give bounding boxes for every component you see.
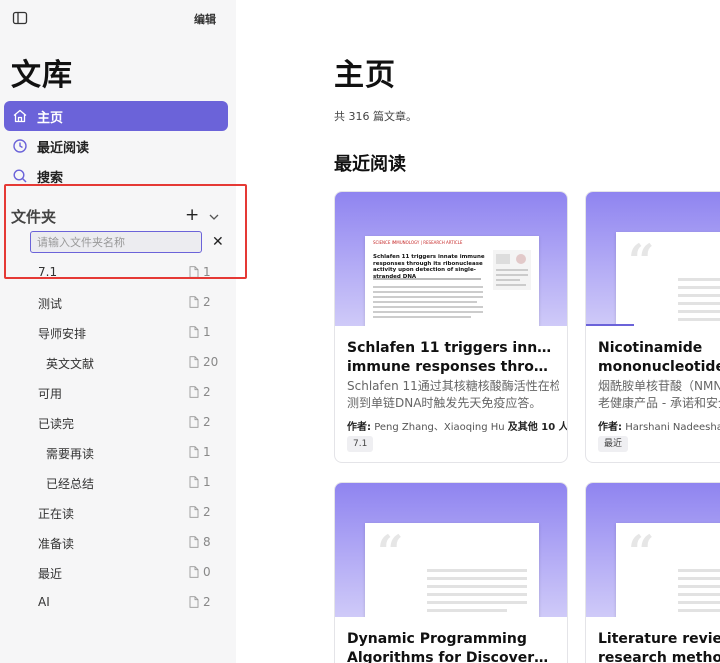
document-icon bbox=[189, 536, 199, 548]
article-authors: 作者: Harshani Nadeeshani、 bbox=[598, 422, 720, 433]
document-icon bbox=[189, 266, 199, 278]
nav-item-label: 最近阅读 bbox=[37, 140, 90, 156]
placeholder-preview: “ bbox=[365, 523, 539, 617]
article-thumbnail: “ bbox=[586, 483, 720, 617]
folder-item[interactable]: 最近 0 bbox=[0, 562, 236, 584]
document-icon bbox=[189, 386, 199, 398]
document-icon bbox=[189, 356, 199, 368]
document-icon bbox=[189, 446, 199, 458]
quote-icon: “ bbox=[628, 525, 655, 579]
edit-button[interactable]: 编辑 bbox=[194, 11, 216, 27]
folder-count: 0 bbox=[203, 565, 211, 579]
paper-header: SCIENCE IMMUNOLOGY | RESEARCH ARTICLE bbox=[373, 240, 463, 245]
folder-item[interactable]: AI 2 bbox=[0, 592, 236, 614]
folder-count: 2 bbox=[203, 415, 211, 429]
folder-count: 1 bbox=[203, 325, 211, 339]
paper-figure bbox=[493, 250, 531, 290]
nav-item-label: 搜索 bbox=[37, 170, 64, 186]
nav-item-search[interactable]: 搜索 bbox=[4, 161, 228, 191]
library-title: 文库 bbox=[11, 58, 73, 93]
article-summary: 烟酰胺单核苷酸（NMN 老健康产品 - 承诺和安全 bbox=[598, 379, 720, 410]
folder-count: 1 bbox=[203, 445, 211, 459]
article-title: Literature review a research methodo bbox=[598, 631, 720, 663]
folder-item[interactable]: 已经总结 1 bbox=[0, 472, 236, 494]
article-thumbnail: “ bbox=[335, 483, 567, 617]
folder-item[interactable]: 正在读 2 bbox=[0, 502, 236, 524]
folder-item[interactable]: 可用 2 bbox=[0, 382, 236, 404]
folder-count: 2 bbox=[203, 505, 211, 519]
article-summary: Schlafen 11通过其核糖核酸酶活性在检 测到单链DNA时触发先天免疫应答… bbox=[347, 379, 559, 410]
article-tag[interactable]: 7.1 bbox=[347, 436, 374, 452]
folder-count: 8 bbox=[203, 535, 211, 549]
document-icon bbox=[189, 326, 199, 338]
nav-item-recent[interactable]: 最近阅读 bbox=[4, 131, 228, 161]
placeholder-preview: “ bbox=[616, 232, 720, 326]
sidebar-toggle-icon[interactable] bbox=[12, 10, 28, 26]
quote-icon: “ bbox=[628, 234, 655, 288]
folder-item[interactable]: 英文文献 20 bbox=[0, 352, 236, 374]
document-icon bbox=[189, 566, 199, 578]
folders-title: 文件夹 bbox=[11, 208, 57, 226]
folder-item[interactable]: 已读完 2 bbox=[0, 412, 236, 434]
add-folder-icon[interactable]: + bbox=[185, 205, 199, 225]
folder-item[interactable]: 需要再读 1 bbox=[0, 442, 236, 464]
main-content: 主页 共 316 篇文章。 最近阅读 SCIENCE IMMUNOLOGY | … bbox=[236, 0, 720, 663]
search-icon bbox=[12, 168, 28, 184]
article-card[interactable]: “ Literature review a research methodo bbox=[585, 482, 720, 663]
folder-count: 1 bbox=[203, 475, 211, 489]
folder-item[interactable]: 7.1 1 bbox=[0, 262, 236, 284]
folder-count: 2 bbox=[203, 295, 211, 309]
nav-item-home[interactable]: 主页 bbox=[4, 101, 228, 131]
clock-icon bbox=[12, 138, 28, 154]
article-title: Schlafen 11 triggers innate immune respo… bbox=[347, 340, 557, 375]
document-icon bbox=[189, 596, 199, 608]
paper-preview: SCIENCE IMMUNOLOGY | RESEARCH ARTICLE Sc… bbox=[365, 236, 539, 326]
reading-progress bbox=[586, 324, 634, 326]
document-icon bbox=[189, 506, 199, 518]
article-card[interactable]: “ Nicotinamide mononucleotide（ 烟酰胺单核苷酸（N… bbox=[585, 191, 720, 463]
article-tag[interactable]: 最近 bbox=[598, 436, 629, 452]
article-count: 共 316 篇文章。 bbox=[334, 110, 417, 123]
article-title: Dynamic Programming Algorithms for Disco… bbox=[347, 631, 557, 663]
chevron-down-icon[interactable] bbox=[208, 208, 220, 220]
document-icon bbox=[189, 416, 199, 428]
recent-section-title: 最近阅读 bbox=[334, 154, 406, 175]
nav-item-label: 主页 bbox=[37, 110, 64, 126]
article-authors: 作者: Peng Zhang、Xiaoqing Hu 及其他 10 人 bbox=[347, 422, 567, 433]
folder-item[interactable]: 导师安排 1 bbox=[0, 322, 236, 344]
article-thumbnail: “ bbox=[586, 192, 720, 326]
article-thumbnail: SCIENCE IMMUNOLOGY | RESEARCH ARTICLE Sc… bbox=[335, 192, 567, 326]
placeholder-preview: “ bbox=[616, 523, 720, 617]
sidebar-topbar: 编辑 bbox=[0, 0, 236, 36]
quote-icon: “ bbox=[377, 525, 404, 579]
document-icon bbox=[189, 476, 199, 488]
page-title: 主页 bbox=[334, 58, 396, 93]
folder-item[interactable]: 测试 2 bbox=[0, 292, 236, 314]
folder-count: 1 bbox=[203, 265, 211, 279]
home-icon bbox=[12, 108, 28, 124]
folder-count: 2 bbox=[203, 595, 211, 609]
article-card[interactable]: “ Dynamic Programming Algorithms for Dis… bbox=[334, 482, 568, 663]
folder-count: 20 bbox=[203, 355, 219, 369]
folders-header: 文件夹 + bbox=[11, 205, 226, 226]
sidebar: 编辑 文库 主页 最近阅读 搜索 文件夹 + ✕ 7.11 测试2 导师安排1 … bbox=[0, 0, 247, 663]
folder-count: 2 bbox=[203, 385, 211, 399]
article-card[interactable]: SCIENCE IMMUNOLOGY | RESEARCH ARTICLE Sc… bbox=[334, 191, 568, 463]
new-folder-name-input[interactable] bbox=[30, 231, 202, 253]
folder-item[interactable]: 准备读 8 bbox=[0, 532, 236, 554]
article-title: Nicotinamide mononucleotide（ bbox=[598, 340, 720, 375]
paper-title: Schlafen 11 triggers innate immune respo… bbox=[373, 254, 485, 280]
close-icon[interactable]: ✕ bbox=[212, 234, 224, 250]
document-icon bbox=[189, 296, 199, 308]
